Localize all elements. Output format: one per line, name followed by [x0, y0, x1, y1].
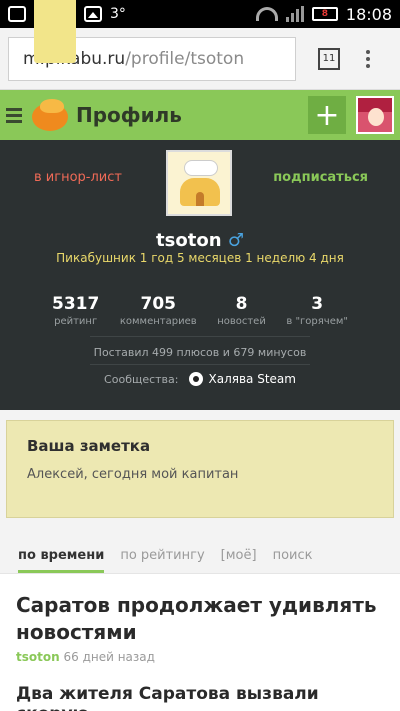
steam-icon	[188, 372, 203, 386]
communities: Сообщества: Халява Steam	[0, 372, 400, 386]
stat-value: 3	[311, 294, 324, 314]
post-title[interactable]: Саратов продолжает удивлять новостями	[16, 592, 384, 646]
stat-hot: 3 в "горячем"	[286, 294, 348, 327]
member-since: Пикабушник 1 год 5 месяцев 1 неделю 4 дн…	[56, 251, 344, 265]
stat-value: 705	[140, 294, 177, 314]
tab-switcher-button[interactable]: 11	[318, 47, 340, 70]
note-text: Алексей, сегодня мой капитан	[27, 467, 239, 482]
post-meta: tsoton 66 дней назад	[16, 650, 384, 664]
stat-label: рейтинг	[54, 316, 98, 327]
male-icon: ♂	[227, 230, 244, 251]
browser-menu-icon[interactable]	[366, 49, 370, 68]
profile-username: tsoton ♂	[0, 230, 400, 251]
profile-avatar	[166, 150, 232, 216]
profile-stats: 5317 рейтинг 705 комментариев 8 новостей…	[52, 294, 348, 327]
tab-search[interactable]: поиск	[273, 548, 313, 573]
ignore-link[interactable]: в игнор-лист	[34, 170, 122, 185]
mail-icon	[8, 6, 26, 22]
stat-comments: 705 комментариев	[120, 294, 197, 327]
user-avatar[interactable]	[356, 96, 394, 134]
tab-mine[interactable]: [моё]	[221, 548, 257, 573]
post-time: 66 дней назад	[63, 650, 155, 664]
stat-value: 8	[235, 294, 248, 314]
tab-by-rating[interactable]: по рейтингу	[120, 548, 204, 573]
community-name: Халява Steam	[208, 372, 296, 386]
pikabu-logo[interactable]	[32, 99, 68, 131]
url-path: /profile/tsoton	[125, 48, 245, 69]
post-author[interactable]: tsoton	[16, 650, 60, 664]
sort-tabs: по времени по рейтингу [моё] поиск	[0, 530, 400, 574]
add-post-button[interactable]: +	[308, 96, 346, 134]
subscribe-link[interactable]: подписаться	[273, 170, 368, 185]
battery-icon: 8	[311, 7, 338, 21]
stat-rating: 5317 рейтинг	[52, 294, 99, 327]
stat-label: в "горячем"	[286, 316, 348, 327]
post-text: Два жителя Саратова вызвали скорую,	[16, 684, 319, 711]
user-note[interactable]: Ваша заметка Алексей, сегодня мой капита…	[6, 420, 394, 518]
note-title: Ваша заметка	[27, 437, 151, 455]
votes-summary: Поставил 499 плюсов и 679 минусов	[93, 346, 307, 359]
page-title: Профиль	[76, 103, 182, 127]
note-section: Ваша заметка Алексей, сегодня мой капита…	[0, 410, 400, 530]
status-bar: 3° 8 18:08	[0, 0, 400, 63]
clock: 18:08	[345, 4, 392, 24]
tab-count: 11	[322, 53, 336, 64]
tab-by-time[interactable]: по времени	[18, 548, 105, 573]
community-link[interactable]: Халява Steam	[188, 372, 296, 386]
stat-label: новостей	[217, 316, 266, 327]
site-header: Профиль +	[0, 90, 400, 140]
communities-label: Сообщества:	[104, 372, 179, 386]
wifi-icon	[255, 7, 278, 21]
battery-level: 8	[321, 9, 329, 19]
notes-icon	[34, 0, 76, 63]
temperature: 3°	[110, 6, 126, 22]
image-icon	[84, 6, 102, 22]
stat-label: комментариев	[119, 316, 197, 327]
profile-panel: в игнор-лист подписаться tsoton ♂ Пикабу…	[0, 140, 400, 410]
stat-value: 5317	[52, 294, 100, 314]
hamburger-menu-icon[interactable]	[6, 107, 22, 123]
divider	[90, 336, 310, 337]
post-item: Саратов продолжает удивлять новостями ts…	[0, 574, 400, 711]
divider	[90, 364, 310, 365]
stat-news: 8 новостей	[217, 294, 266, 327]
username-text: tsoton	[156, 230, 222, 251]
signal-icon	[285, 6, 304, 22]
